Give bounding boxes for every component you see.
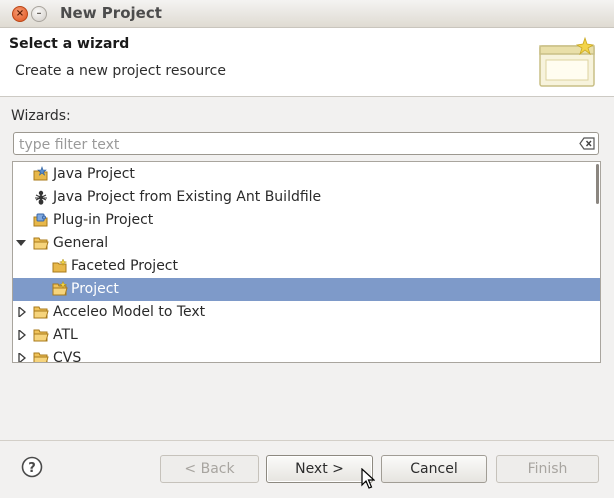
svg-text:?: ? — [28, 461, 36, 476]
project-folder-icon — [52, 281, 68, 296]
window-minimize-button[interactable]: – — [31, 6, 47, 22]
chevron-down-icon[interactable] — [16, 238, 26, 248]
wizard-banner-icon — [539, 36, 595, 87]
tree-item-label: Acceleo Model to Text — [53, 304, 206, 320]
tree-item-cvs[interactable]: CVS — [13, 347, 600, 363]
tree-item-label: General — [53, 235, 109, 251]
tree-item-label: Faceted Project — [71, 258, 178, 274]
tree-item-label: ATL — [53, 327, 78, 343]
button-bar-divider — [0, 440, 614, 441]
tree-item-ant-buildfile[interactable]: Java Project from Existing Ant Buildfile — [13, 186, 600, 209]
title-bar: × – New Project — [0, 0, 614, 28]
clear-filter-icon[interactable] — [579, 137, 595, 150]
next-button[interactable]: Next > — [266, 455, 373, 483]
chevron-right-icon[interactable] — [17, 330, 27, 340]
cancel-button[interactable]: Cancel — [381, 455, 487, 483]
filter-input[interactable] — [17, 135, 581, 155]
folder-icon — [33, 352, 49, 362]
tree-item-atl[interactable]: ATL — [13, 324, 600, 347]
tree-item-java-project[interactable]: Java Project — [13, 163, 600, 186]
filter-field[interactable] — [13, 132, 599, 155]
back-button[interactable]: < Back — [160, 455, 259, 483]
plugin-project-icon — [33, 213, 48, 227]
folder-icon — [33, 306, 49, 319]
tree-scrollbar[interactable] — [596, 164, 599, 204]
wizard-header: Select a wizard Create a new project res… — [0, 28, 614, 97]
finish-button[interactable]: Finish — [496, 455, 599, 483]
wizard-title: Select a wizard — [9, 36, 130, 52]
tree-item-acceleo[interactable]: Acceleo Model to Text — [13, 301, 600, 324]
chevron-right-icon[interactable] — [17, 307, 27, 317]
folder-icon — [33, 237, 49, 250]
help-icon[interactable]: ? — [21, 456, 43, 478]
folder-icon — [33, 329, 49, 342]
tree-item-label: Java Project from Existing Ant Buildfile — [53, 189, 322, 205]
wizard-description: Create a new project resource — [15, 63, 226, 79]
ant-build-icon — [35, 190, 47, 205]
window-close-button[interactable]: × — [12, 6, 28, 22]
tree-item-project[interactable]: Project — [13, 278, 600, 301]
tree-item-faceted-project[interactable]: Faceted Project — [13, 255, 600, 278]
tree-item-plugin-project[interactable]: Plug-in Project — [13, 209, 600, 232]
tree-item-label: CVS — [53, 350, 82, 363]
tree-item-label: Java Project — [53, 166, 135, 182]
wizard-tree[interactable]: Java Project Java Project from Existing … — [12, 161, 601, 363]
faceted-project-icon — [52, 258, 68, 273]
tree-item-label: Plug-in Project — [53, 212, 154, 228]
java-project-icon — [33, 166, 48, 181]
chevron-right-icon[interactable] — [17, 353, 27, 363]
mouse-cursor-icon — [361, 468, 375, 489]
tree-item-general[interactable]: General — [13, 232, 600, 255]
wizards-label: Wizards: — [11, 108, 71, 124]
tree-item-label: Project — [71, 281, 119, 297]
window-title: New Project — [60, 4, 162, 22]
